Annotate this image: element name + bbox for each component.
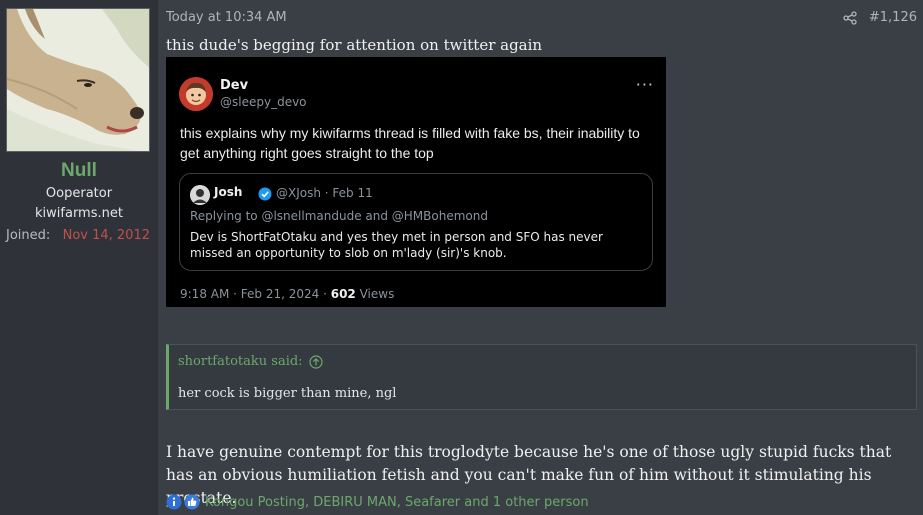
quoted-tweet-text: Dev is ShortFatOtaku and yes they met in… bbox=[190, 230, 603, 260]
joined-date: Nov 14, 2012 bbox=[62, 228, 150, 243]
tweet-footer: 9:18 AM · Feb 21, 2024 · 602 Views bbox=[180, 287, 394, 301]
post-actions: #1,126 bbox=[843, 10, 917, 25]
quote-up-arrow-icon[interactable] bbox=[308, 354, 323, 369]
info-reaction-icon bbox=[166, 494, 182, 510]
tweet-author-handle: @sleepy_devo bbox=[220, 95, 307, 109]
reactions-list[interactable]: Kongou Posting, DEBIRU MAN, Seafarer and… bbox=[205, 495, 589, 510]
quote-author-label[interactable]: shortfatotaku said: bbox=[178, 354, 303, 369]
quote-attribution[interactable]: shortfatotaku said: bbox=[178, 354, 323, 369]
tweet-time: 9:18 AM · Feb 21, 2024 · bbox=[180, 287, 331, 301]
share-icon[interactable] bbox=[843, 10, 857, 25]
quoted-author-name: Josh bbox=[214, 185, 243, 199]
like-reaction-icon bbox=[184, 494, 200, 510]
post-number[interactable]: #1,126 bbox=[869, 10, 917, 25]
tweet-screenshot[interactable]: Dev @sleepy_devo ··· this explains why m… bbox=[166, 57, 666, 307]
user-title: Ooperator bbox=[45, 186, 113, 201]
more-options-icon: ··· bbox=[635, 75, 654, 94]
quoted-author-avatar bbox=[190, 185, 210, 205]
quoted-author-meta: @XJosh · Feb 11 bbox=[276, 186, 373, 200]
tweet-views-count: 602 bbox=[330, 287, 356, 301]
tweet-views-label: Views bbox=[355, 287, 395, 301]
user-site: kiwifarms.net bbox=[35, 206, 123, 221]
tweet-text: this explains why my kiwifarms thread is… bbox=[180, 125, 640, 161]
quote-block: shortfatotaku said: her cock is bigger t… bbox=[166, 344, 917, 410]
verified-badge-icon bbox=[258, 186, 272, 201]
post-content: Today at 10:34 AM #1,126 this dude's beg… bbox=[159, 0, 923, 515]
joined-label: Joined: bbox=[6, 228, 51, 243]
avatar[interactable] bbox=[6, 8, 150, 152]
post-intro-text: this dude's begging for attention on twi… bbox=[166, 36, 543, 54]
post-date[interactable]: Today at 10:34 AM bbox=[166, 10, 287, 25]
user-sidebar: Null Ooperator kiwifarms.net Joined: Nov… bbox=[0, 0, 158, 515]
dog-avatar-image bbox=[7, 9, 149, 151]
quoted-reply-line: Replying to @lsnellmandude and @HMBohemo… bbox=[190, 209, 488, 223]
tweet-author-name: Dev bbox=[220, 78, 249, 93]
quoted-tweet: Josh @XJosh · Feb 11 Replying to @lsnell… bbox=[179, 173, 653, 271]
quote-text: her cock is bigger than mine, ngl bbox=[178, 386, 397, 401]
joined-row: Joined: Nov 14, 2012 bbox=[6, 228, 150, 243]
tweet-author-avatar bbox=[179, 77, 213, 111]
username[interactable]: Null bbox=[0, 160, 158, 182]
reactions-bar[interactable]: Kongou Posting, DEBIRU MAN, Seafarer and… bbox=[166, 494, 589, 510]
